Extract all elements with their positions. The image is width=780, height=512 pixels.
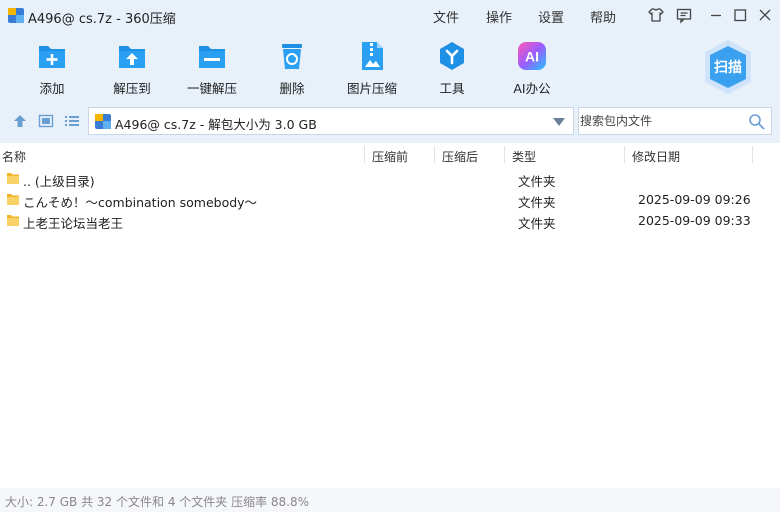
skin-icon[interactable] xyxy=(647,6,665,24)
scan-label: 扫描 xyxy=(714,60,742,76)
column-divider[interactable] xyxy=(434,146,435,163)
file-name: こんそめ！～combination somebody～ xyxy=(23,195,258,210)
tools-label: 工具 xyxy=(439,81,465,96)
extract-to-icon xyxy=(119,46,145,68)
svg-text:AI: AI xyxy=(525,49,539,65)
folder-icon xyxy=(7,173,19,184)
menu-operate[interactable]: 操作 xyxy=(486,7,512,26)
search-input[interactable] xyxy=(580,111,740,131)
status-bar: 大小: 2.7 GB 共 32 个文件和 4 个文件夹 压缩率 88.8% xyxy=(0,488,780,512)
archive-app-icon xyxy=(8,8,24,23)
image-compress-button[interactable]: 图片压缩 xyxy=(336,40,408,96)
table-row[interactable]: こんそめ！～combination somebody～ 文件夹 2025-09-… xyxy=(0,189,780,210)
image-compress-label: 图片压缩 xyxy=(346,81,397,96)
file-name: .. (上级目录) xyxy=(23,174,95,189)
column-original-size[interactable]: 压缩前 xyxy=(372,148,408,165)
menu-settings[interactable]: 设置 xyxy=(538,7,564,26)
search-box[interactable] xyxy=(578,107,772,135)
close-icon[interactable] xyxy=(756,6,774,24)
address-bar[interactable]: A496@ cs.7z - 解包大小为 3.0 GB xyxy=(88,107,574,135)
table-row[interactable]: .. (上级目录) 文件夹 xyxy=(0,168,780,189)
delete-button[interactable]: 删除 xyxy=(256,40,328,96)
column-divider[interactable] xyxy=(364,146,365,163)
file-modified: 2025-09-09 09:33 xyxy=(638,213,751,228)
column-divider[interactable] xyxy=(752,146,753,163)
column-compressed-size[interactable]: 压缩后 xyxy=(442,148,478,165)
extract-to-button[interactable]: 解压到 xyxy=(96,40,168,96)
table-row[interactable]: 上老王论坛当老王 文件夹 2025-09-09 09:33 xyxy=(0,210,780,231)
archive-icon xyxy=(95,114,111,129)
tools-icon xyxy=(440,42,464,70)
maximize-icon[interactable] xyxy=(731,6,749,24)
minimize-icon[interactable] xyxy=(707,6,725,24)
menu-help[interactable]: 帮助 xyxy=(590,7,616,26)
list-view-icon[interactable] xyxy=(64,113,80,129)
ai-office-label: AI办公 xyxy=(513,81,551,96)
feedback-icon[interactable] xyxy=(675,6,693,24)
file-name: 上老王论坛当老王 xyxy=(23,216,124,231)
thumbnail-view-icon[interactable] xyxy=(38,113,54,129)
column-header: 名称 压缩前 压缩后 类型 修改日期 xyxy=(0,143,780,166)
tools-button[interactable]: 工具 xyxy=(416,40,488,96)
top-chrome: A496@ cs.7z - 360压缩 文件 操作 设置 帮助 添加 解压到 一… xyxy=(0,0,780,143)
delete-label: 删除 xyxy=(279,81,305,96)
column-type[interactable]: 类型 xyxy=(512,148,536,165)
column-divider[interactable] xyxy=(504,146,505,163)
image-compress-icon xyxy=(362,42,383,70)
one-click-extract-icon xyxy=(199,46,225,68)
ai-office-icon: AI xyxy=(518,42,546,70)
folder-icon xyxy=(7,215,19,226)
folder-icon xyxy=(7,194,19,205)
column-modified[interactable]: 修改日期 xyxy=(632,148,680,165)
window-title: A496@ cs.7z - 360压缩 xyxy=(28,12,176,27)
column-divider[interactable] xyxy=(624,146,625,163)
recycle-bin-icon xyxy=(282,44,302,69)
file-modified: 2025-09-09 09:26 xyxy=(638,192,751,207)
add-folder-icon xyxy=(39,46,65,68)
search-icon[interactable] xyxy=(748,113,765,130)
column-name[interactable]: 名称 xyxy=(2,148,26,165)
add-label: 添加 xyxy=(39,81,65,96)
status-text: 大小: 2.7 GB 共 32 个文件和 4 个文件夹 压缩率 88.8% xyxy=(5,495,310,509)
ai-office-button[interactable]: AI AI办公 xyxy=(496,40,568,96)
address-text: A496@ cs.7z - 解包大小为 3.0 GB xyxy=(115,117,317,132)
scan-button[interactable]: 扫描 xyxy=(703,39,753,95)
extract-to-label: 解压到 xyxy=(113,81,151,96)
file-type: 文件夹 xyxy=(518,174,556,189)
file-type: 文件夹 xyxy=(518,195,556,210)
add-button[interactable]: 添加 xyxy=(16,40,88,96)
title-bar: A496@ cs.7z - 360压缩 文件 操作 设置 帮助 xyxy=(0,0,780,32)
one-click-extract-button[interactable]: 一键解压 xyxy=(176,40,248,96)
one-click-extract-label: 一键解压 xyxy=(186,81,237,96)
up-arrow-icon[interactable] xyxy=(12,113,28,129)
menu-file[interactable]: 文件 xyxy=(433,7,459,26)
dropdown-arrow-icon[interactable] xyxy=(553,118,565,126)
file-type: 文件夹 xyxy=(518,216,556,231)
